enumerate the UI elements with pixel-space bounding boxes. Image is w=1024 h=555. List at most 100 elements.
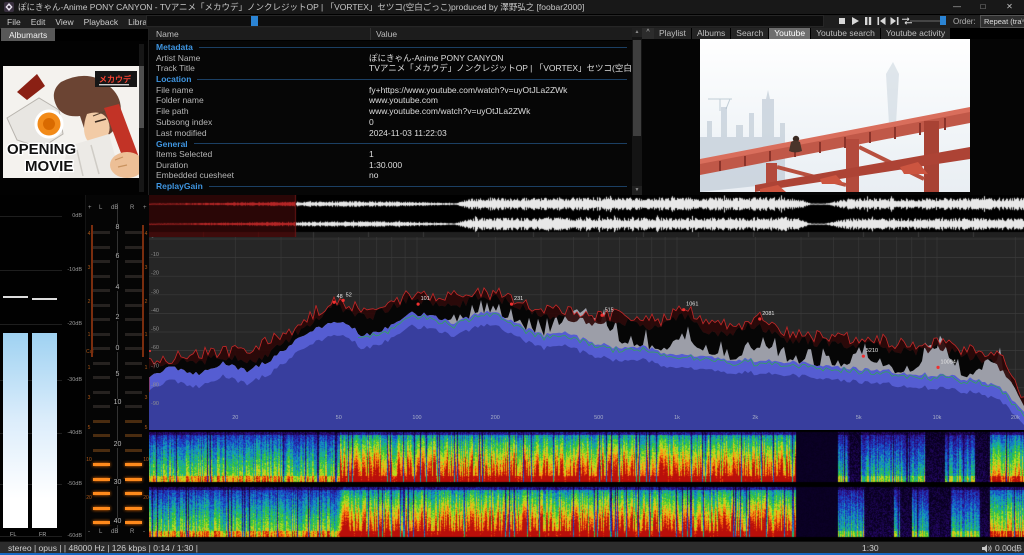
meter-header-top: L — [99, 205, 103, 211]
meter-db-label: -50dB — [67, 481, 82, 487]
meter-scale-number: 4 — [110, 284, 125, 291]
meter-segment — [93, 477, 110, 481]
title-bar[interactable]: ぽにきゃん-Anime PONY CANYON - TVアニメ「メカウデ」ノンク… — [0, 0, 1024, 14]
column-divider[interactable] — [370, 28, 371, 40]
meter-bracket — [142, 225, 144, 357]
tab-playlist[interactable]: Playlist — [654, 28, 692, 39]
meter-segment — [93, 347, 110, 350]
tab-youtube[interactable]: Youtube — [769, 28, 812, 39]
waveform-canvas[interactable] — [148, 195, 1024, 237]
property-value: TVアニメ「メカウデ」ノンクレジットOP | 「VORTEX」セツコ(空白ごっこ… — [369, 63, 632, 74]
svg-text:5210: 5210 — [866, 348, 878, 354]
meter-scale-number: 20 — [110, 441, 125, 448]
property-value: 1:30.000 — [369, 159, 403, 170]
previous-icon — [877, 17, 885, 25]
tab-albums[interactable]: Albums — [691, 28, 732, 39]
meter-segment — [125, 318, 142, 321]
meter-segment — [125, 477, 142, 481]
meter-segment — [93, 361, 110, 365]
menu-item-view[interactable]: View — [50, 15, 78, 29]
volume-handle[interactable] — [940, 16, 947, 25]
property-name: Last modified — [156, 127, 207, 138]
seekbar-handle[interactable] — [250, 16, 258, 26]
meter-gridline — [0, 216, 62, 217]
meter-segment — [125, 376, 142, 379]
property-row[interactable]: Embedded cuesheet no — [149, 170, 632, 181]
order-dropdown[interactable]: Repeat (tra ˅ — [980, 15, 1024, 28]
speaker-icon[interactable] — [982, 544, 992, 553]
svg-text:231: 231 — [514, 296, 523, 302]
meter-db-label: 0dB — [72, 213, 82, 219]
property-row[interactable]: Subsong index 0 — [149, 117, 632, 128]
meter-segment — [125, 463, 142, 466]
maximize-button[interactable]: □ — [970, 0, 996, 14]
peak-meter-panel: + LdB R + - LdB R -8 6 4 2 0 5 10 20 30 40 4 4 3 3 2 2 1 1 Cal 1 1 3… — [85, 195, 149, 541]
svg-text:50: 50 — [336, 415, 342, 421]
meter-segment — [93, 405, 110, 408]
previous-button[interactable] — [875, 14, 887, 28]
properties-scrollbar-thumb[interactable] — [633, 40, 641, 136]
caption-opening: OPENING — [7, 141, 76, 158]
foobar2000-window: ぽにきゃん-Anime PONY CANYON - TVアニメ「メカウデ」ノンク… — [0, 0, 1024, 555]
svg-text:0: 0 — [151, 237, 154, 240]
meter-header-bottom: R — [130, 529, 135, 535]
section-divider-line — [198, 46, 627, 48]
property-row[interactable]: File name fy+https://www.youtube.com/watc… — [149, 85, 632, 96]
svg-text:-40: -40 — [151, 308, 159, 314]
play-button[interactable] — [849, 14, 861, 28]
collapse-button[interactable]: ^ — [642, 28, 654, 39]
property-row[interactable]: Artist Name ぽにきゃん-Anime PONY CANYON — [149, 53, 632, 64]
scroll-up-icon[interactable]: ▲ — [632, 28, 642, 37]
meter-side-number: 20 — [143, 495, 149, 501]
resize-grip[interactable] — [1014, 545, 1022, 553]
stop-button[interactable] — [836, 14, 848, 28]
meter-side-number: 3 — [87, 395, 91, 401]
spectrum-plot: 0 -10 -20 -30 -40 -50 -60 -70 -80 -90 20 50 100 200 50… — [147, 234, 1024, 430]
menu-item-edit[interactable]: Edit — [26, 15, 51, 29]
menu-item-file[interactable]: File — [2, 15, 26, 29]
section-title: Location — [156, 74, 192, 85]
column-value[interactable]: Value — [376, 29, 397, 39]
property-row[interactable]: Items Selected 1 — [149, 149, 632, 160]
tab-youtube-activity[interactable]: Youtube activity — [880, 28, 952, 39]
column-name[interactable]: Name — [156, 29, 179, 39]
albumart-image: メカウデ OPENING MOVIE — [3, 66, 140, 178]
property-row[interactable]: Last modified 2024-11-03 11:22:03 — [149, 128, 632, 139]
meter-side-number: 1 — [87, 365, 91, 371]
meter-segment — [93, 332, 110, 336]
tab-albumarts[interactable]: Albumarts — [1, 28, 56, 42]
minimize-button[interactable]: — — [944, 0, 970, 14]
tab-search[interactable]: Search — [731, 28, 770, 39]
section-title: ReplayGain — [156, 181, 203, 192]
svg-text:20k: 20k — [1011, 415, 1020, 421]
tab-youtube-search[interactable]: Youtube search — [811, 28, 881, 39]
meter-segment — [93, 390, 110, 394]
albumart-scrollbar-thumb[interactable] — [139, 66, 144, 128]
peak-hold-line — [3, 296, 28, 298]
albumart-panel[interactable]: メカウデ OPENING MOVIE — [0, 41, 148, 195]
menu-item-playback[interactable]: Playback — [79, 15, 124, 29]
meter-segment — [125, 492, 142, 495]
property-row[interactable]: Folder name www.youtube.com — [149, 95, 632, 106]
meter-segment — [125, 390, 142, 394]
peak-hold-line — [32, 298, 57, 300]
seekbar[interactable] — [146, 15, 824, 27]
next-button[interactable] — [888, 14, 900, 28]
close-button[interactable]: ✕ — [996, 0, 1023, 14]
meter-side-number: 20 — [86, 495, 92, 501]
property-value: no — [369, 170, 379, 181]
window-title: ぽにきゃん-Anime PONY CANYON - TVアニメ「メカウデ」ノンク… — [18, 2, 585, 12]
property-name: Duration — [156, 159, 189, 170]
property-row[interactable]: Duration 1:30.000 — [149, 160, 632, 171]
pause-button[interactable] — [862, 14, 874, 28]
waveform-seekbar[interactable] — [148, 195, 1024, 237]
property-row[interactable]: File path www.youtube.com/watch?v=uyOtJLa… — [149, 106, 632, 117]
meter-gridline — [0, 270, 62, 271]
meter-segment — [125, 289, 142, 292]
property-row[interactable]: Track Title TVアニメ「メカウデ」ノンクレジットOP | 「VORTE… — [149, 63, 632, 74]
stop-icon — [839, 18, 845, 24]
app-icon — [4, 2, 14, 12]
svg-text:-10: -10 — [151, 252, 159, 258]
scroll-down-icon[interactable]: ▼ — [632, 186, 642, 195]
video-panel[interactable] — [642, 39, 1024, 195]
